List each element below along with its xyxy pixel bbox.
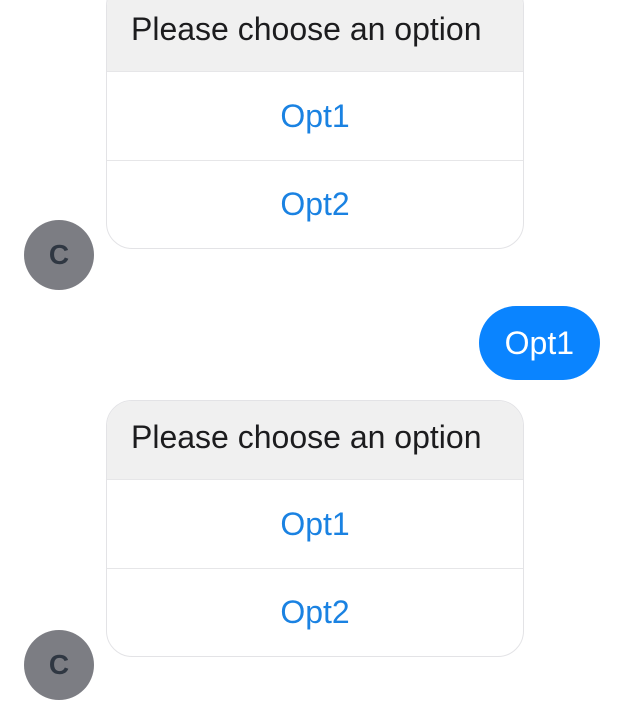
bot-avatar: C — [24, 630, 94, 700]
bot-avatar: C — [24, 220, 94, 290]
option-button-opt2[interactable]: Opt2 — [107, 160, 523, 248]
bot-message-prompt: Please choose an option — [107, 401, 523, 480]
bot-message-prompt: Please choose an option — [107, 0, 523, 72]
bot-message-card-2: Please choose an option Opt1 Opt2 — [106, 400, 524, 657]
option-button-opt2[interactable]: Opt2 — [107, 568, 523, 656]
option-button-opt1[interactable]: Opt1 — [107, 72, 523, 160]
user-message-bubble: Opt1 — [478, 306, 600, 380]
option-button-opt1[interactable]: Opt1 — [107, 480, 523, 568]
bot-message-card-1: Please choose an option Opt1 Opt2 — [106, 0, 524, 249]
